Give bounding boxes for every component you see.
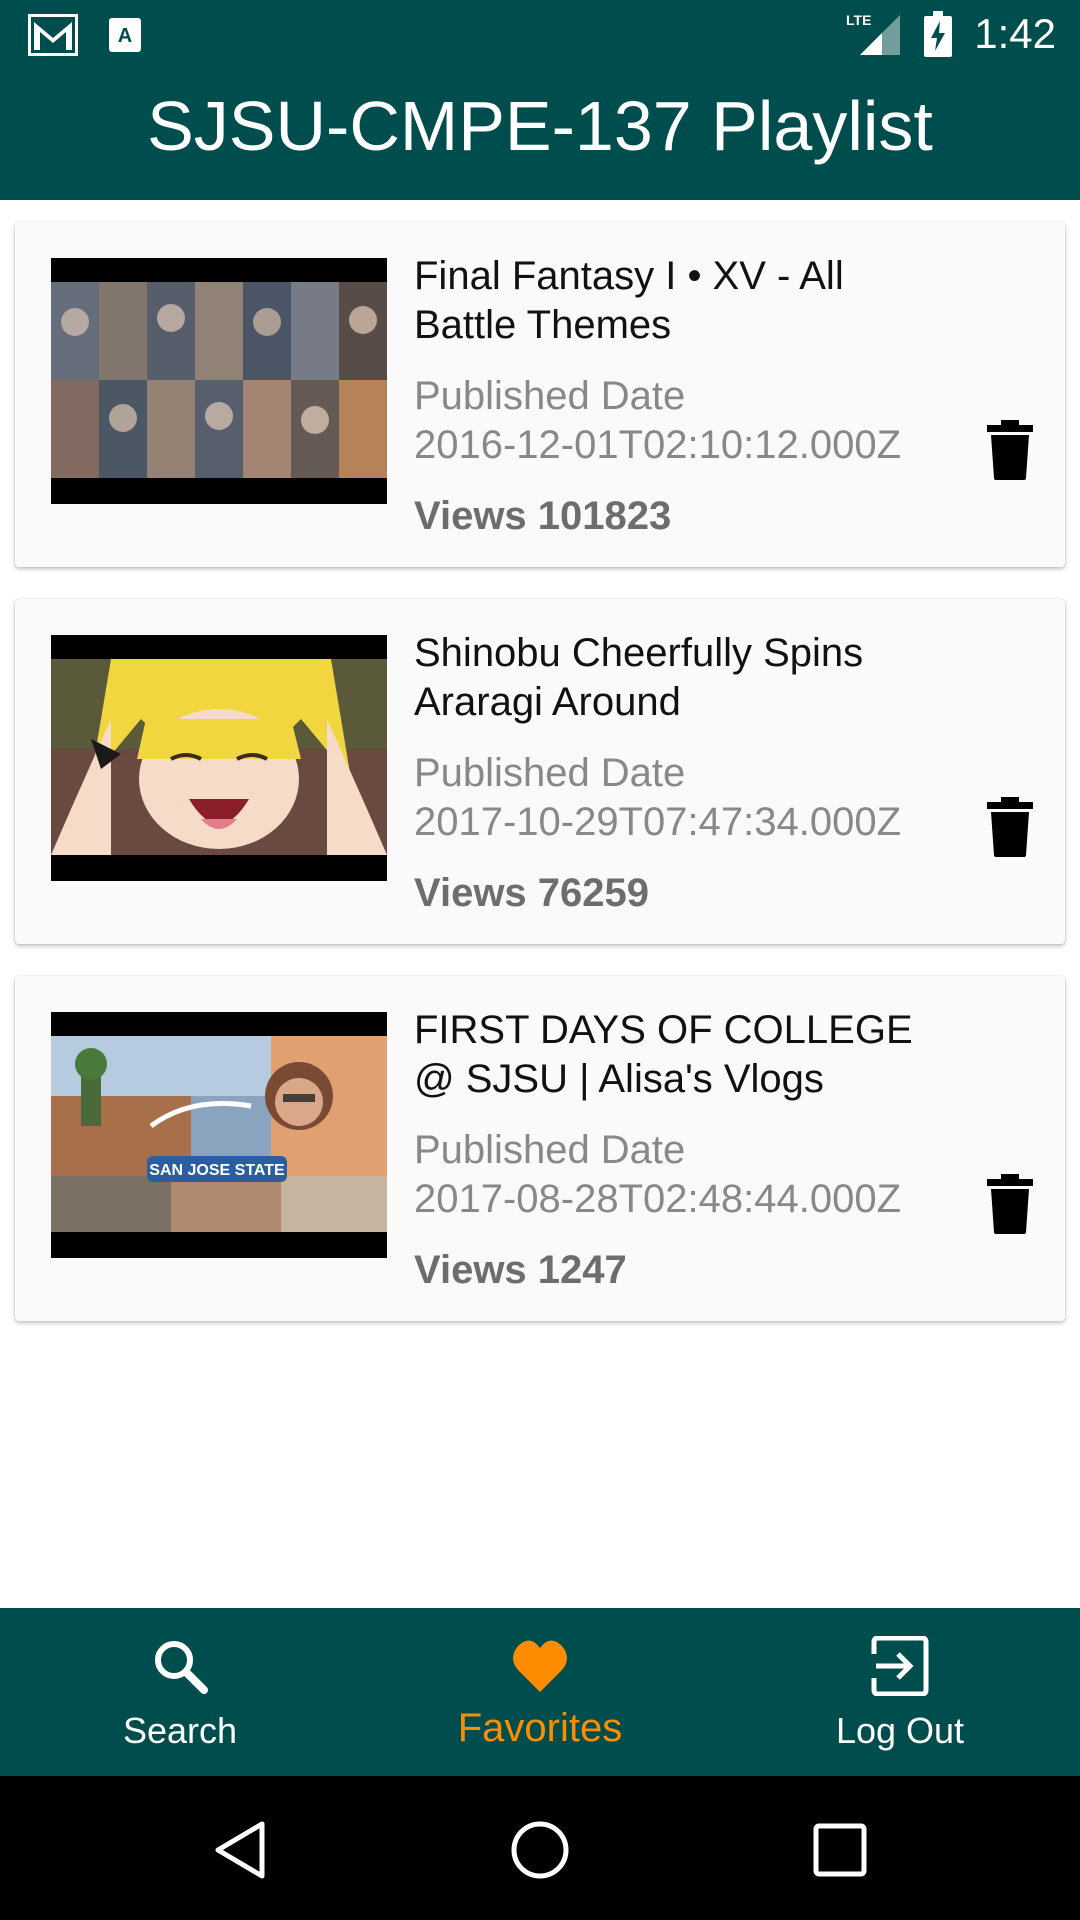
published-date: 2017-08-28T02:48:44.000Z [414,1177,902,1221]
video-card[interactable]: Shinobu Cheerfully Spins Araragi Around … [15,599,1065,944]
app-notification-icon: A [109,18,141,52]
view-count: Views 1247 [414,1248,627,1292]
nav-search-label: Search [122,1710,238,1751]
back-icon[interactable] [208,1818,272,1882]
video-thumbnail[interactable] [51,258,387,504]
recents-icon[interactable] [808,1818,872,1882]
home-icon[interactable] [508,1818,572,1882]
heart-icon [513,1640,567,1692]
nav-search[interactable]: Search [0,1608,360,1776]
delete-icon[interactable] [985,797,1035,857]
thumbnail-image [51,659,387,855]
svg-text:A: A [118,25,132,47]
video-card[interactable]: SAN JOSE STATE FIRST DAYS OF COLLEGE @ S… [15,976,1065,1321]
bottom-navigation: Search Favorites Log Out [0,1608,1080,1776]
delete-icon[interactable] [985,1174,1035,1234]
app-bar: SJSU-CMPE-137 Playlist [0,72,1080,200]
video-thumbnail[interactable] [51,635,387,881]
published-date: 2016-12-01T02:10:12.000Z [414,423,902,467]
published-label: Published Date [414,374,686,418]
published-label: Published Date [414,1128,686,1172]
view-count: Views 76259 [414,871,650,915]
network-type: LTE [846,12,871,28]
published-label: Published Date [414,751,686,795]
nav-favorites-label: Favorites [457,1706,623,1750]
logout-icon [871,1636,929,1696]
page-title: SJSU-CMPE-137 Playlist [147,87,933,165]
video-title: FIRST DAYS OF COLLEGE @ SJSU | Alisa's V… [414,1008,913,1101]
video-title: Final Fantasy I • XV - All Battle Themes [414,254,844,347]
system-navigation-bar [0,1776,1080,1920]
thumbnail-image: SAN JOSE STATE [51,1036,387,1232]
video-title: Shinobu Cheerfully Spins Araragi Around [414,631,864,724]
video-list: Final Fantasy I • XV - All Battle Themes… [15,222,1065,1353]
video-thumbnail[interactable]: SAN JOSE STATE [51,1012,387,1258]
clock: 1:42 [974,10,1056,57]
nav-logout[interactable]: Log Out [720,1608,1080,1776]
status-bar: A LTE 1:42 [0,0,1080,72]
nav-logout-label: Log Out [835,1710,965,1751]
video-card[interactable]: Final Fantasy I • XV - All Battle Themes… [15,222,1065,567]
delete-icon[interactable] [985,420,1035,480]
svg-text:SAN JOSE STATE: SAN JOSE STATE [149,1162,285,1179]
view-count: Views 101823 [414,494,672,538]
published-date: 2017-10-29T07:47:34.000Z [414,800,902,844]
battery-charging-icon [924,11,953,57]
lte-signal-icon: LTE [846,12,901,55]
thumbnail-image [51,282,387,478]
search-icon [155,1641,208,1694]
nav-favorites[interactable]: Favorites [360,1608,720,1776]
gmail-icon [28,14,78,56]
